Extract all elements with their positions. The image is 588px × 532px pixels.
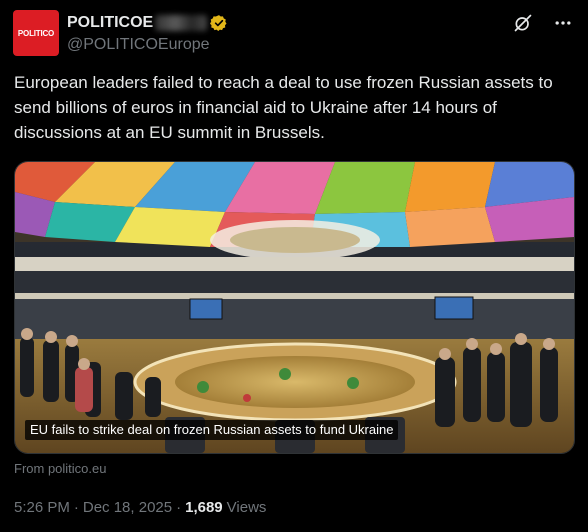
more-icon[interactable] (552, 12, 574, 34)
header-actions (512, 12, 574, 34)
separator-dot: · (73, 499, 79, 516)
avatar[interactable]: POLITICO (13, 10, 59, 56)
tweet: POLITICO POLITICOE @POLITICOEurope Europ… (0, 0, 588, 532)
author-display-name[interactable]: POLITICOE (67, 13, 153, 33)
grok-icon[interactable] (512, 12, 534, 34)
tweet-text: European leaders failed to reach a deal … (14, 73, 553, 142)
tweet-time[interactable]: 5:26 PM (14, 498, 70, 518)
author-handle[interactable]: @POLITICOEurope (67, 35, 210, 55)
summit-room-photo (15, 162, 574, 453)
link-card-image[interactable]: EU fails to strike deal on frozen Russia… (14, 161, 575, 454)
verified-badge-icon[interactable] (210, 14, 228, 32)
views-label: Views (226, 499, 267, 516)
tweet-meta: 5:26 PM · Dec 18, 2025 · 1,689 Views (14, 498, 266, 518)
link-source[interactable]: From politico.eu (14, 461, 106, 477)
views-count: 1,689 (185, 499, 223, 516)
avatar-logo-text: POLITICO (17, 28, 55, 38)
redacted-name-blur (155, 15, 208, 31)
separator-dot: · (176, 499, 182, 516)
author-name-row: POLITICOE (67, 13, 228, 33)
tweet-date[interactable]: Dec 18, 2025 (83, 498, 172, 518)
media-caption: EU fails to strike deal on frozen Russia… (25, 420, 399, 440)
